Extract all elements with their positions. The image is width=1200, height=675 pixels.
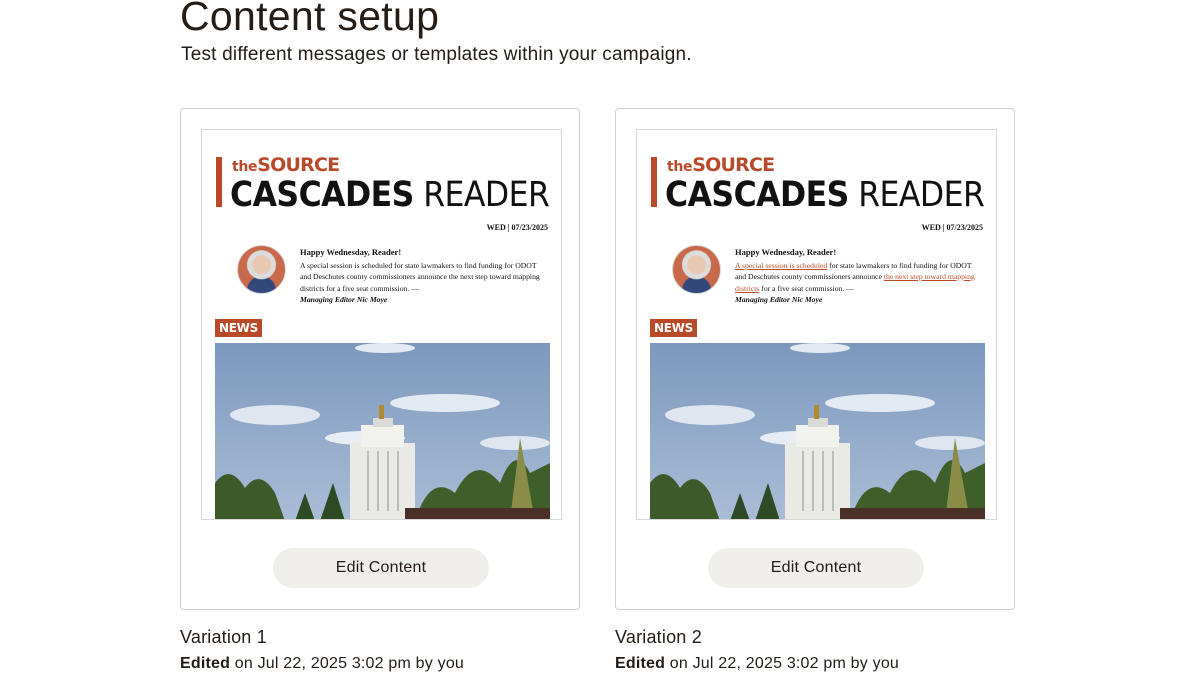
variation-edited-1: Edited on Jul 22, 2025 3:02 pm by you bbox=[180, 655, 465, 672]
variation-name-1: Variation 1 bbox=[180, 627, 267, 647]
capitol-photo bbox=[215, 343, 550, 519]
email-preview-thumbnail[interactable]: theSOURCE CASCADES READER WED | 07/23/20… bbox=[201, 129, 562, 520]
editor-avatar bbox=[237, 245, 286, 294]
page-subtitle: Test different messages or templates wit… bbox=[181, 44, 692, 65]
brand-masthead: CASCADES READER bbox=[665, 175, 985, 215]
intro-link-1[interactable]: A special session is scheduled bbox=[735, 261, 827, 270]
variation-card-1: theSOURCE CASCADES READER WED | 07/23/20… bbox=[180, 108, 580, 610]
news-section-tag: NEWS bbox=[650, 319, 697, 337]
variation-name-2: Variation 2 bbox=[615, 627, 702, 647]
news-section-tag: NEWS bbox=[215, 319, 262, 337]
intro-text: Happy Wednesday, Reader! A special sessi… bbox=[300, 247, 540, 304]
variation-card-2: theSOURCE CASCADES READER WED | 07/23/20… bbox=[615, 108, 1015, 610]
email-preview-thumbnail[interactable]: theSOURCE CASCADES READER WED | 07/23/20… bbox=[636, 129, 997, 520]
brand-accent-bar bbox=[216, 157, 222, 207]
brand-accent-bar bbox=[651, 157, 657, 207]
brand-masthead: CASCADES READER bbox=[230, 175, 550, 215]
page-title: Content setup bbox=[180, 0, 440, 39]
issue-date: WED | 07/23/2025 bbox=[486, 223, 548, 232]
issue-date: WED | 07/23/2025 bbox=[921, 223, 983, 232]
intro-text: Happy Wednesday, Reader! A special sessi… bbox=[735, 247, 975, 304]
variation-edited-2: Edited on Jul 22, 2025 3:02 pm by you bbox=[615, 655, 900, 672]
editor-avatar bbox=[672, 245, 721, 294]
edit-content-button[interactable]: Edit Content bbox=[273, 548, 489, 588]
capitol-photo bbox=[650, 343, 985, 519]
edit-content-button[interactable]: Edit Content bbox=[708, 548, 924, 588]
